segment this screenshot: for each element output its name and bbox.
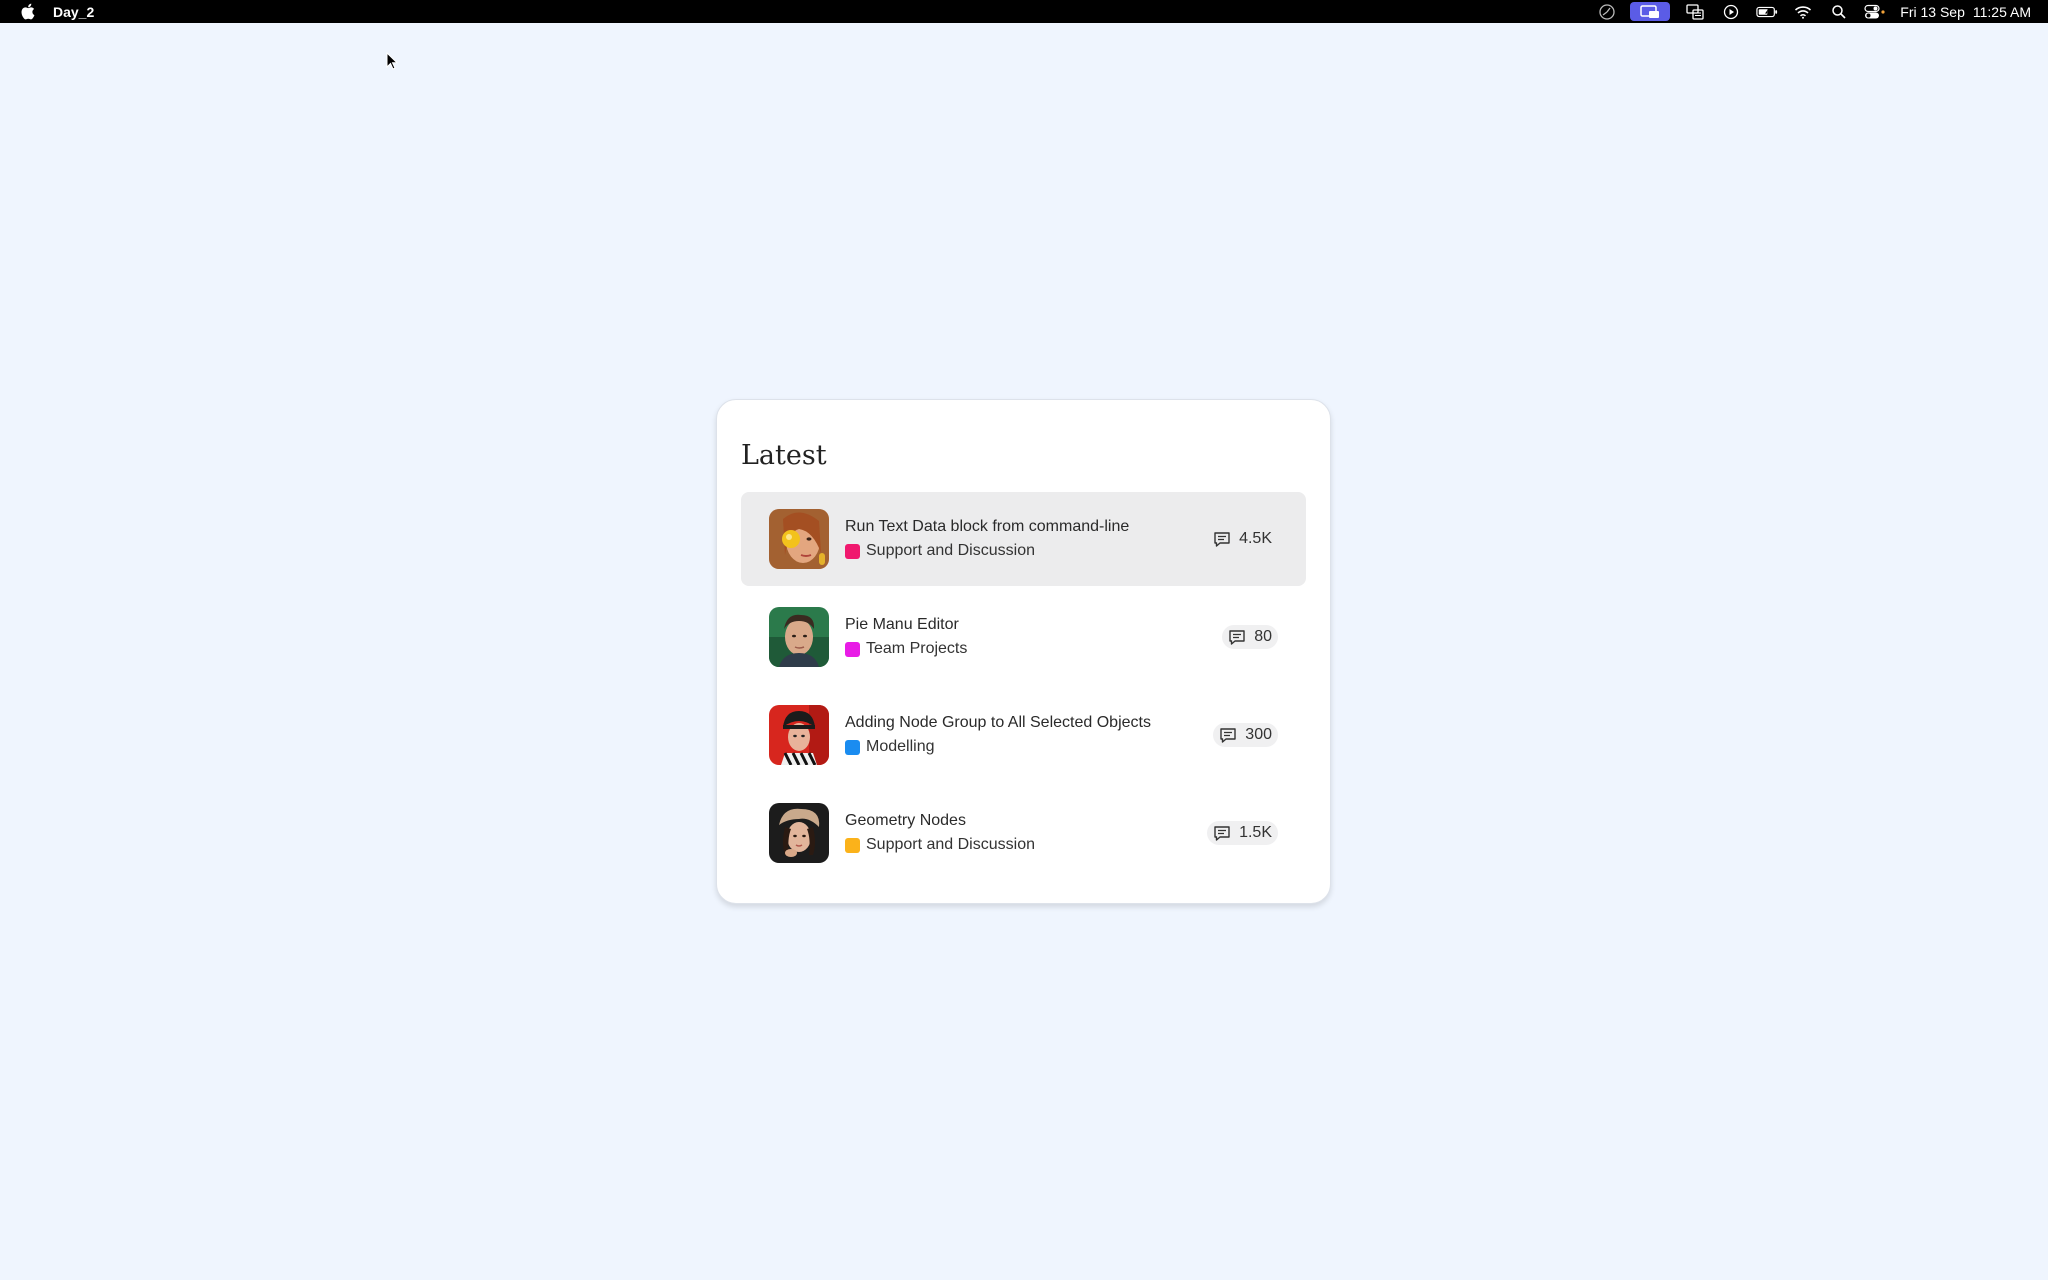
reply-count: 80 <box>1222 625 1278 649</box>
category-label: Team Projects <box>866 640 968 657</box>
category-color-badge <box>845 543 860 559</box>
menubar-time: 11:25 AM <box>1972 3 2031 20</box>
topic-text: Geometry Nodes Support and Discussion <box>845 811 1207 855</box>
avatar[interactable] <box>769 705 829 765</box>
apple-logo-icon[interactable] <box>20 3 36 21</box>
topic-row[interactable]: Adding Node Group to All Selected Object… <box>741 688 1306 782</box>
menu-bar: Day_2 Fri 13 Sep 11:25 AM <box>0 0 2048 23</box>
comment-icon <box>1228 629 1254 646</box>
stopwatch-icon[interactable] <box>1596 3 1618 20</box>
display-icon[interactable] <box>1684 3 1706 20</box>
topic-text: Run Text Data block from command-line Su… <box>845 517 1207 561</box>
comment-icon <box>1213 825 1239 842</box>
control-center-icon[interactable] <box>1864 4 1886 20</box>
topic-row[interactable]: Run Text Data block from command-line Su… <box>741 492 1306 586</box>
menubar-clock[interactable]: Fri 13 Sep 11:25 AM <box>1900 4 2031 20</box>
reply-count-value: 1.5K <box>1239 824 1272 841</box>
reply-count-value: 80 <box>1254 628 1272 645</box>
reply-count: 300 <box>1213 723 1278 747</box>
category-label: Modelling <box>866 738 935 755</box>
category-color-badge <box>845 739 860 755</box>
topic-text: Adding Node Group to All Selected Object… <box>845 713 1213 757</box>
topic-category[interactable]: Modelling <box>845 737 1213 757</box>
comment-icon <box>1213 531 1239 548</box>
wifi-icon[interactable] <box>1792 4 1814 20</box>
screen-mirroring-icon[interactable] <box>1630 2 1671 21</box>
play-icon[interactable] <box>1720 4 1742 20</box>
mouse-cursor-icon <box>386 51 400 72</box>
topic-title[interactable]: Run Text Data block from command-line <box>845 517 1207 537</box>
topic-row[interactable]: Pie Manu Editor Team Projects 80 <box>741 590 1306 684</box>
topic-row[interactable]: Geometry Nodes Support and Discussion 1.… <box>741 786 1306 880</box>
avatar[interactable] <box>769 607 829 667</box>
reply-count-value: 4.5K <box>1239 530 1272 547</box>
category-label: Support and Discussion <box>866 836 1035 853</box>
topic-list: Run Text Data block from command-line Su… <box>741 492 1306 880</box>
topic-title[interactable]: Adding Node Group to All Selected Object… <box>845 713 1213 733</box>
app-name[interactable]: Day_2 <box>53 4 94 20</box>
category-color-badge <box>845 837 860 853</box>
topic-text: Pie Manu Editor Team Projects <box>845 615 1222 659</box>
category-label: Support and Discussion <box>866 542 1035 559</box>
reply-count: 1.5K <box>1207 821 1278 845</box>
battery-icon[interactable] <box>1756 4 1778 20</box>
category-color-badge <box>845 641 860 657</box>
topic-title[interactable]: Geometry Nodes <box>845 811 1207 831</box>
topic-category[interactable]: Team Projects <box>845 639 1222 659</box>
card-title: Latest <box>741 440 827 471</box>
search-icon[interactable] <box>1828 4 1850 20</box>
menubar-date: Fri 13 Sep <box>1900 3 1965 20</box>
comment-icon <box>1219 727 1245 744</box>
topic-title[interactable]: Pie Manu Editor <box>845 615 1222 635</box>
reply-count-value: 300 <box>1245 726 1272 743</box>
topic-category[interactable]: Support and Discussion <box>845 541 1207 561</box>
avatar[interactable] <box>769 803 829 863</box>
topic-category[interactable]: Support and Discussion <box>845 835 1207 855</box>
latest-topics-card: Latest Run Text Data block from command- <box>716 399 1331 904</box>
avatar[interactable] <box>769 509 829 569</box>
reply-count: 4.5K <box>1207 527 1278 551</box>
